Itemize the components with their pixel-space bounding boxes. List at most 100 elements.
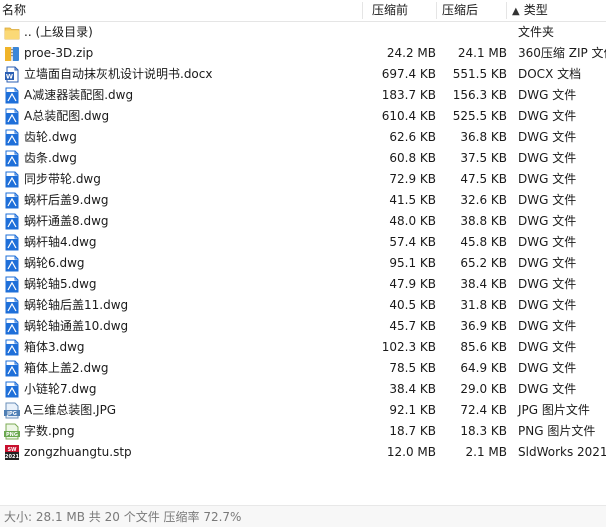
file-type: DWG 文件 [518, 130, 577, 144]
column-divider[interactable] [436, 2, 437, 19]
compressed-size: 525.5 KB [452, 109, 507, 123]
compressed-size: 38.4 KB [460, 277, 507, 291]
file-type: PNG 图片文件 [518, 424, 596, 438]
dwg-file-icon [4, 129, 20, 146]
file-type: DWG 文件 [518, 340, 577, 354]
file-row[interactable]: JPG A三维总装图.JPG 92.1 KB 72.4 KB JPG 图片文件 [0, 400, 606, 421]
file-name: 蜗轮轴通盖10.dwg [24, 319, 129, 333]
file-type: SldWorks 2021 [518, 445, 606, 459]
file-row[interactable]: 齿轮.dwg 62.6 KB 36.8 KB DWG 文件 [0, 127, 606, 148]
zip-archive-icon [4, 45, 20, 62]
compressed-size: 18.3 KB [460, 424, 507, 438]
file-type: 文件夹 [518, 25, 555, 39]
file-name: 蜗杆后盖9.dwg [24, 193, 109, 207]
original-size: 12.0 MB [386, 445, 436, 459]
file-row[interactable]: 同步带轮.dwg 72.9 KB 47.5 KB DWG 文件 [0, 169, 606, 190]
status-bar: 大小: 28.1 MB 共 20 个文件 压缩率 72.7% [0, 505, 606, 527]
file-row[interactable]: 蜗杆通盖8.dwg 48.0 KB 38.8 KB DWG 文件 [0, 211, 606, 232]
file-row[interactable]: 小链轮7.dwg 38.4 KB 29.0 KB DWG 文件 [0, 379, 606, 400]
file-row[interactable]: 蜗轮轴后盖11.dwg 40.5 KB 31.8 KB DWG 文件 [0, 295, 606, 316]
file-row[interactable]: PNG 字数.png 18.7 KB 18.3 KB PNG 图片文件 [0, 421, 606, 442]
original-size: 78.5 KB [389, 361, 436, 375]
file-name: proe-3D.zip [24, 46, 94, 60]
dwg-file-icon [4, 360, 20, 377]
dwg-file-icon [4, 108, 20, 125]
original-size: 95.1 KB [389, 256, 436, 270]
compressed-size: 72.4 KB [460, 403, 507, 417]
file-row[interactable]: 箱体3.dwg 102.3 KB 85.6 KB DWG 文件 [0, 337, 606, 358]
file-type: 360压缩 ZIP 文件 [518, 46, 606, 60]
compressed-size: 65.2 KB [460, 256, 507, 270]
file-type: DWG 文件 [518, 235, 577, 249]
column-divider[interactable] [362, 2, 363, 19]
file-type: DWG 文件 [518, 88, 577, 102]
compressed-size: 36.8 KB [460, 130, 507, 144]
file-type: DWG 文件 [518, 319, 577, 333]
file-row[interactable]: W 立墙面自动抹灰机设计说明书.docx 697.4 KB 551.5 KB DOCX … [0, 64, 606, 85]
file-name: zongzhuangtu.stp [24, 445, 132, 459]
file-name: A三维总装图.JPG [24, 403, 117, 417]
file-name: 字数.png [24, 424, 75, 438]
column-divider[interactable] [506, 2, 507, 19]
compressed-size: 36.9 KB [460, 319, 507, 333]
column-header-original-size[interactable]: 压缩前 [372, 0, 408, 21]
file-row[interactable]: 齿条.dwg 60.8 KB 37.5 KB DWG 文件 [0, 148, 606, 169]
original-size: 610.4 KB [381, 109, 436, 123]
dwg-file-icon [4, 297, 20, 314]
original-size: 102.3 KB [381, 340, 436, 354]
svg-text:SW: SW [7, 447, 17, 453]
status-bar-text: 大小: 28.1 MB 共 20 个文件 压缩率 72.7% [4, 510, 242, 524]
dwg-file-icon [4, 318, 20, 335]
file-type: DWG 文件 [518, 256, 577, 270]
file-row[interactable]: SW 2021 zongzhuangtu.stp 12.0 MB 2.1 MB SldWo… [0, 442, 606, 463]
file-row[interactable]: 蜗杆轴4.dwg 57.4 KB 45.8 KB DWG 文件 [0, 232, 606, 253]
jpg-image-icon: JPG [4, 402, 20, 419]
word-document-icon: W [4, 66, 20, 83]
file-name: 齿条.dwg [24, 151, 77, 165]
file-row[interactable]: 蜗轮轴通盖10.dwg 45.7 KB 36.9 KB DWG 文件 [0, 316, 606, 337]
column-header-compressed-size[interactable]: 压缩后 [442, 0, 478, 21]
parent-directory-row[interactable]: .. (上级目录) 文件夹 [0, 22, 606, 43]
file-type: DWG 文件 [518, 361, 577, 375]
file-name: 同步带轮.dwg [24, 172, 101, 186]
svg-text:PNG: PNG [6, 432, 18, 438]
compressed-size: 156.3 KB [452, 88, 507, 102]
file-name: 蜗杆轴4.dwg [24, 235, 97, 249]
file-type: DWG 文件 [518, 172, 577, 186]
dwg-file-icon [4, 234, 20, 251]
file-row[interactable]: 蜗轮6.dwg 95.1 KB 65.2 KB DWG 文件 [0, 253, 606, 274]
dwg-file-icon [4, 381, 20, 398]
file-row[interactable]: 蜗轮轴5.dwg 47.9 KB 38.4 KB DWG 文件 [0, 274, 606, 295]
file-type: DWG 文件 [518, 214, 577, 228]
original-size: 72.9 KB [389, 172, 436, 186]
column-header-type[interactable]: ▲ 类型 [512, 0, 548, 21]
file-row[interactable]: A减速器装配图.dwg 183.7 KB 156.3 KB DWG 文件 [0, 85, 606, 106]
original-size: 18.7 KB [389, 424, 436, 438]
compressed-size: 37.5 KB [460, 151, 507, 165]
file-name: 蜗轮轴5.dwg [24, 277, 97, 291]
svg-text:JPG: JPG [6, 411, 17, 417]
original-size: 45.7 KB [389, 319, 436, 333]
file-row[interactable]: 箱体上盖2.dwg 78.5 KB 64.9 KB DWG 文件 [0, 358, 606, 379]
compressed-size: 32.6 KB [460, 193, 507, 207]
file-type: DWG 文件 [518, 277, 577, 291]
file-name: 箱体上盖2.dwg [24, 361, 109, 375]
file-type: DWG 文件 [518, 151, 577, 165]
file-row[interactable]: proe-3D.zip 24.2 MB 24.1 MB 360压缩 ZIP 文件 [0, 43, 606, 64]
dwg-file-icon [4, 150, 20, 167]
file-name: 立墙面自动抹灰机设计说明书.docx [24, 67, 213, 81]
compressed-size: 47.5 KB [460, 172, 507, 186]
file-name: A减速器装配图.dwg [24, 88, 134, 102]
original-size: 48.0 KB [389, 214, 436, 228]
file-name: 箱体3.dwg [24, 340, 85, 354]
file-row[interactable]: 蜗杆后盖9.dwg 41.5 KB 32.6 KB DWG 文件 [0, 190, 606, 211]
original-size: 40.5 KB [389, 298, 436, 312]
file-type: DWG 文件 [518, 193, 577, 207]
column-header-bar: 名称 压缩前 压缩后 ▲ 类型 [0, 0, 606, 22]
file-row[interactable]: A总装配图.dwg 610.4 KB 525.5 KB DWG 文件 [0, 106, 606, 127]
file-type: JPG 图片文件 [518, 403, 590, 417]
compressed-size: 24.1 MB [457, 46, 507, 60]
compressed-size: 551.5 KB [452, 67, 507, 81]
column-header-name[interactable]: 名称 [2, 0, 26, 21]
file-name: 齿轮.dwg [24, 130, 77, 144]
